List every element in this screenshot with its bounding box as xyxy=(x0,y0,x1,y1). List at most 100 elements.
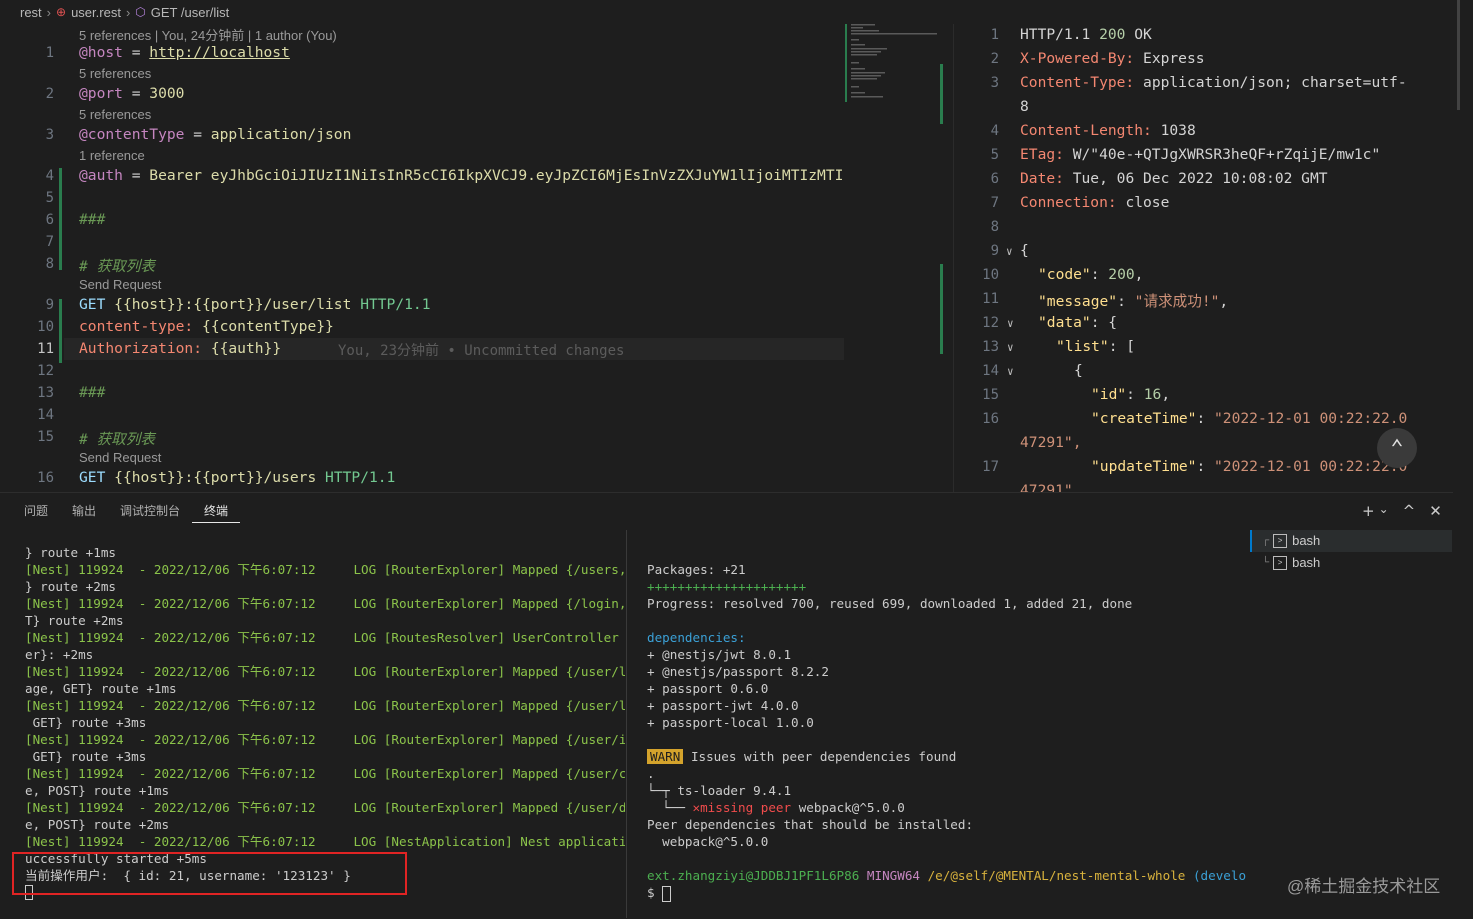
header-key: Date: xyxy=(1020,170,1064,187)
chevron-down-icon[interactable]: ∨ xyxy=(1006,245,1013,258)
header-value: close xyxy=(1125,194,1170,211)
terminal-log-line: [Nest] 119924 - 2022/12/06 下午6:07:12 LOG… xyxy=(25,562,625,577)
tab-terminal[interactable]: 终端 xyxy=(192,500,241,523)
chevron-up-icon: ⌃ xyxy=(1390,435,1404,461)
line-number: 5 xyxy=(990,147,999,163)
code-line-9: GET {{host}}:{{port}}/user/list HTTP/1.1 xyxy=(79,296,430,313)
packages-line: Packages: +21 xyxy=(647,561,746,578)
line-number: 11 xyxy=(37,341,54,357)
operator: = xyxy=(184,126,211,143)
terminal-split-divider[interactable] xyxy=(626,530,627,918)
terminal-list-item[interactable]: ┌ > bash xyxy=(1250,530,1452,552)
tab-output[interactable]: 输出 xyxy=(60,500,108,522)
prompt-branch: (develop) xyxy=(1192,868,1247,883)
terminal-log-line: } route +1ms xyxy=(25,545,116,560)
status-text: OK xyxy=(1134,26,1152,43)
tab-problems[interactable]: 问题 xyxy=(0,500,60,522)
codelens-references[interactable]: 5 references xyxy=(79,107,151,122)
header-value: {{contentType}} xyxy=(202,318,334,335)
line-number: 12 xyxy=(982,315,999,331)
variable-name: @contentType xyxy=(79,126,185,143)
git-change-marker xyxy=(59,168,62,270)
editor-scrollbar[interactable] xyxy=(938,24,952,492)
terminal-log-line: age, GET} route +1ms xyxy=(25,681,177,696)
codelens-references[interactable]: 5 references | You, 24分钟前 | 1 author (Yo… xyxy=(79,25,337,44)
breadcrumb-item-folder[interactable]: rest xyxy=(20,5,42,20)
terminal-list: ┌ > bash └ > bash xyxy=(1250,530,1452,574)
line-number: 14 xyxy=(37,407,54,423)
tab-debug-console[interactable]: 调试控制台 xyxy=(108,500,192,522)
codelens-references[interactable]: 5 references xyxy=(79,66,151,81)
line-number: 16 xyxy=(982,411,999,427)
response-viewer[interactable]: 1 HTTP/1.1 200 OK 2 X-Powered-By: Expres… xyxy=(953,24,1454,492)
code-line-16: GET {{host}}:{{port}}/users HTTP/1.1 xyxy=(79,469,395,486)
breadcrumb-item-symbol[interactable]: GET /user/list xyxy=(151,5,230,20)
line-number: 4 xyxy=(990,123,999,139)
http-protocol: HTTP/1.1 xyxy=(1020,26,1091,43)
terminal-list-item[interactable]: └ > bash xyxy=(1250,552,1452,574)
http-version: HTTP/1.1 xyxy=(325,469,396,486)
operator: = xyxy=(122,85,150,102)
json-key: "updateTime" xyxy=(1091,458,1197,475)
close-panel-button[interactable]: ✕ xyxy=(1429,502,1442,520)
request-url: {{host}}:{{port}}/users xyxy=(114,469,317,486)
prompt-user: ext.zhangziyi@JDDBJ1PF1L6P86 xyxy=(647,868,860,883)
chevron-down-icon[interactable]: ∨ xyxy=(1007,365,1014,378)
terminal-name: bash xyxy=(1292,555,1321,570)
chevron-down-icon[interactable]: ∨ xyxy=(1007,317,1014,330)
send-request-link[interactable]: Send Request xyxy=(79,450,161,465)
terminal-cursor xyxy=(662,885,672,902)
header-key: content-type: xyxy=(79,318,194,335)
status-line: HTTP/1.1 200 OK xyxy=(1020,26,1152,43)
deps-header: dependencies: xyxy=(647,630,746,645)
breadcrumb-item-file[interactable]: user.rest xyxy=(71,5,121,20)
terminal-log-line: GET} route +3ms xyxy=(25,715,147,730)
response-header: Date: Tue, 06 Dec 2022 10:08:02 GMT xyxy=(1020,170,1328,187)
host-url-link[interactable]: http://localhost xyxy=(149,44,290,61)
git-blame-annotation: You, 23分钟前 • Uncommitted changes xyxy=(338,343,625,359)
line-number: 8 xyxy=(45,256,54,272)
codelens-references[interactable]: 1 reference xyxy=(79,148,145,163)
dep-item: + @nestjs/jwt 8.0.1 xyxy=(647,647,792,662)
header-value: W/"40e-+QTJgXWRSR3heQF+rZqijE/mw1c" xyxy=(1072,146,1381,163)
send-request-link[interactable]: Send Request xyxy=(79,277,161,292)
response-header: Connection: close xyxy=(1020,194,1169,211)
terminal-log-line: [Nest] 119924 - 2022/12/06 下午6:07:12 LOG… xyxy=(25,800,625,815)
chevron-down-icon[interactable]: ∨ xyxy=(1007,341,1014,354)
terminal-log-line: e, POST} route +1ms xyxy=(25,783,170,798)
rest-editor[interactable]: 5 references | You, 24分钟前 | 1 author (Yo… xyxy=(0,24,952,492)
response-header: Content-Length: 1038 xyxy=(1020,122,1196,139)
prompt-input-line: $ xyxy=(647,884,672,902)
terminal-log-line: [Nest] 119924 - 2022/12/06 下午6:07:12 LOG… xyxy=(25,630,625,645)
terminal-icon: > xyxy=(1273,556,1288,570)
code-line-10: content-type: {{contentType}} xyxy=(79,318,334,335)
minimap[interactable] xyxy=(845,24,940,104)
symbol-icon: ⬡ xyxy=(135,5,146,19)
warn-line: WARN Issues with peer dependencies found xyxy=(647,748,956,765)
line-number: 10 xyxy=(37,319,54,335)
json-value: "2022-12-01 00:22:22.0 xyxy=(1214,458,1408,475)
prompt-env: MINGW64 xyxy=(866,868,920,883)
add-terminal-button[interactable]: + xyxy=(1362,502,1375,520)
header-key: X-Powered-By: xyxy=(1020,50,1135,67)
header-key: ETag: xyxy=(1020,146,1064,163)
dep-item: + @nestjs/passport 8.2.2 xyxy=(647,664,829,679)
tree-line: └─┬ ts-loader 9.4.1 xyxy=(647,783,792,798)
maximize-panel-button[interactable]: ^ xyxy=(1403,502,1416,520)
terminal-log-line: [Nest] 119924 - 2022/12/06 下午6:07:12 LOG… xyxy=(25,766,625,781)
missing-peer-text: missing peer xyxy=(700,800,792,815)
tree-connector-icon: └ xyxy=(1262,557,1270,568)
terminal-right[interactable]: Packages: +21 +++++++++++++++++++++ Prog… xyxy=(647,561,1247,911)
scroll-to-top-button[interactable]: ⌃ xyxy=(1377,428,1417,468)
terminal-log-line: [Nest] 119924 - 2022/12/06 下午6:07:12 LOG… xyxy=(25,596,625,611)
panel-actions: + ⌄ ^ ✕ xyxy=(1362,502,1442,520)
terminal-log-line: [Nest] 119924 - 2022/12/06 下午6:07:12 LOG… xyxy=(25,664,625,679)
line-number: 4 xyxy=(45,168,54,184)
chevron-down-icon[interactable]: ⌄ xyxy=(1379,502,1389,520)
dep-item: + passport 0.6.0 xyxy=(647,681,769,696)
line-number: 8 xyxy=(990,219,999,235)
prompt-line: ext.zhangziyi@JDDBJ1PF1L6P86 MINGW64 /e/… xyxy=(647,867,1247,884)
status-code: 200 xyxy=(1099,26,1126,43)
tree-connector-icon: ┌ xyxy=(1262,535,1270,546)
peer-line: Peer dependencies that should be install… xyxy=(647,817,974,832)
